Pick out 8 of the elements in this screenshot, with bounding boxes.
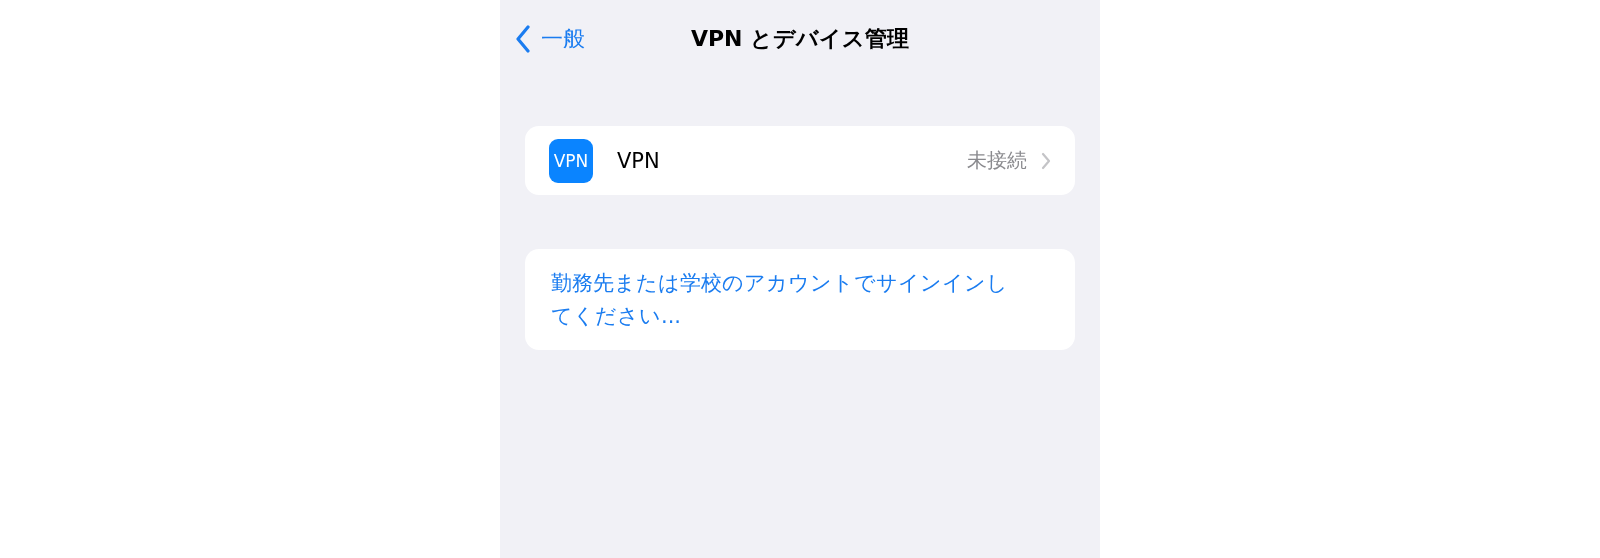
vpn-app-icon: VPN (549, 138, 593, 183)
vpn-status: 未接続 (967, 147, 1027, 174)
back-button[interactable]: 一般 (515, 24, 585, 54)
back-chevron-icon (515, 25, 531, 53)
chevron-right-icon (1041, 151, 1051, 170)
nav-title: VPN とデバイス管理 (690, 25, 910, 53)
vpn-label: VPN (617, 148, 661, 173)
vpn-row[interactable]: VPN VPN 未接続 (525, 126, 1075, 195)
